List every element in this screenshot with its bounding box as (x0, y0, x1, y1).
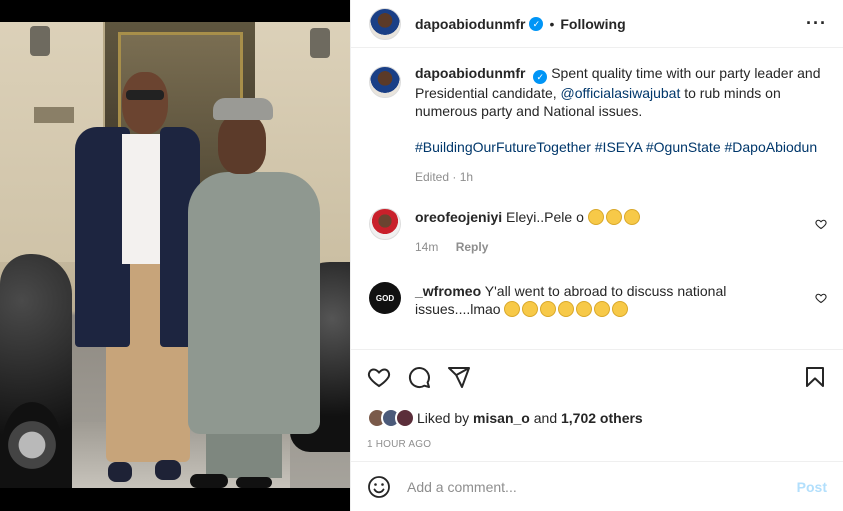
lamp-right (310, 28, 330, 58)
post-modal: dapoabiodunmfr ✓ • Following ··· dapoabi… (0, 0, 843, 511)
laughing-emoji-icon (612, 301, 629, 317)
laughing-emoji-icon (540, 301, 557, 317)
laughing-emoji-icon (594, 301, 611, 317)
comments-section[interactable]: dapoabiodunmfr ✓ Spent quality time with… (351, 48, 843, 349)
man-left-shoe (155, 460, 181, 480)
caption-meta: Edited · 1h (415, 170, 474, 184)
more-options-icon[interactable]: ··· (806, 13, 827, 34)
emoji-icon[interactable] (367, 475, 391, 499)
laughing-emoji-icon (587, 209, 604, 225)
likes-row: Liked by misan_o and 1,702 others (351, 403, 843, 433)
add-comment-bar: Post (351, 461, 843, 511)
comment-text: Eleyi..Pele o (506, 209, 584, 225)
likes-and: and (533, 410, 558, 426)
action-bar (351, 349, 843, 403)
man-right-shoe (236, 477, 272, 488)
add-comment-input[interactable] (407, 478, 797, 495)
author-username[interactable]: dapoabiodunmfr (415, 16, 525, 32)
comment-emojis (504, 301, 630, 317)
share-icon[interactable] (447, 365, 471, 389)
likes-prefix: Liked by (417, 410, 470, 426)
comment-time: 14m (415, 240, 439, 254)
comment-emojis (587, 209, 642, 225)
man-left-head (122, 72, 168, 134)
likes-count-link[interactable]: 1,702 others (561, 410, 643, 426)
post-photo[interactable] (0, 0, 350, 511)
verified-badge-icon: ✓ (533, 70, 548, 84)
liker-avatar (395, 408, 415, 428)
post-header: dapoabiodunmfr ✓ • Following ··· (351, 0, 843, 48)
comment-icon[interactable] (407, 365, 431, 389)
laughing-emoji-icon (605, 209, 622, 225)
laughing-emoji-icon (623, 209, 640, 225)
comment-item: GOD _wfromeo Y'all went to abroad to dis… (369, 282, 827, 318)
lamp-left (30, 26, 50, 56)
car-wheel (2, 402, 62, 488)
man-left-shoe (108, 462, 132, 482)
caption: dapoabiodunmfr ✓ Spent quality time with… (369, 64, 827, 186)
laughing-emoji-icon (504, 301, 521, 317)
comment-username[interactable]: _wfromeo (415, 283, 481, 299)
comment-like-heart-icon[interactable] (815, 292, 827, 304)
photo-scene (0, 22, 350, 488)
caption-hashtags[interactable]: #BuildingOurFutureTogether #ISEYA #OgunS… (415, 138, 827, 156)
laughing-emoji-icon (558, 301, 575, 317)
post-button[interactable]: Post (797, 479, 827, 495)
commenter-avatar[interactable] (369, 208, 401, 240)
comment-username[interactable]: oreofeojeniyi (415, 209, 502, 225)
author-avatar[interactable] (369, 7, 401, 40)
caption-mention-link[interactable]: @officialasiwajubat (561, 85, 681, 101)
plaque (34, 107, 74, 123)
comment-item: oreofeojeniyi Eleyi..Pele o 14m Reply (369, 208, 827, 256)
laughing-emoji-icon (522, 301, 539, 317)
commenter-avatar[interactable]: GOD (369, 282, 401, 314)
man-right-robe (188, 172, 320, 434)
caption-author-avatar[interactable] (369, 66, 401, 98)
post-side-panel: dapoabiodunmfr ✓ • Following ··· dapoabi… (350, 0, 843, 511)
likes-user-link[interactable]: misan_o (473, 410, 530, 426)
man-right-cap (213, 98, 273, 120)
man-left-sunglasses (126, 90, 164, 100)
bookmark-icon[interactable] (803, 365, 827, 389)
reply-button[interactable]: Reply (456, 240, 489, 254)
verified-badge-icon: ✓ (529, 16, 544, 31)
post-timestamp[interactable]: 1 HOUR AGO (351, 433, 843, 461)
caption-username[interactable]: dapoabiodunmfr (415, 65, 525, 81)
man-right-head (218, 114, 266, 174)
liker-avatars[interactable] (367, 408, 415, 428)
comment-like-heart-icon[interactable] (815, 218, 827, 230)
heart-icon[interactable] (367, 365, 391, 389)
man-right-shoe (190, 474, 228, 488)
following-button[interactable]: Following (560, 16, 625, 32)
laughing-emoji-icon (576, 301, 593, 317)
separator-dot: • (549, 15, 555, 32)
